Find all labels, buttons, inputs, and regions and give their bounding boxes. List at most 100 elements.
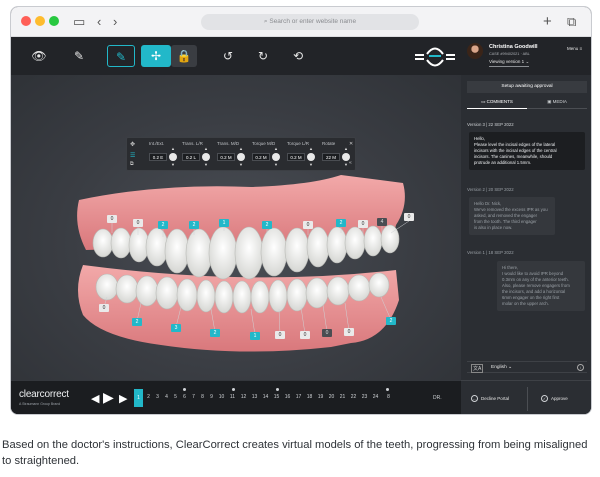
arch-view-icon[interactable]	[415, 43, 455, 71]
draw-tool-button[interactable]: ✎	[107, 45, 135, 67]
tooth-tag[interactable]: 2	[132, 318, 142, 326]
stage-step[interactable]: 5	[171, 394, 180, 400]
stage-step[interactable]: 9	[207, 394, 216, 400]
tooth-tag[interactable]: 0	[99, 304, 109, 312]
check-icon: ✓	[541, 395, 548, 403]
reset-icon[interactable]: ⟲	[286, 45, 310, 67]
comments-panel: Christina Goodwill CASE #99402021 · ABL …	[461, 37, 591, 414]
message-header: Version 3 | 22 SEP 2022	[467, 122, 514, 127]
tooth-tag[interactable]: 2	[158, 221, 168, 229]
tooth-tag[interactable]: 0	[275, 331, 285, 339]
tooth-tag[interactable]: 2	[386, 317, 396, 325]
language-label: English	[491, 365, 507, 370]
tooth-tag[interactable]: 0	[404, 213, 414, 221]
tooth-tag[interactable]: 0	[107, 215, 117, 223]
panel-tabs: ▭ COMMENTS ▣ MEDIA	[467, 95, 587, 109]
tooth-tag[interactable]: 1	[250, 332, 260, 340]
case-number: CASE #99402021 · ABL	[489, 52, 530, 56]
app-window: ▭ ‹ › ⌕ Search or enter website name + ⧉…	[10, 6, 592, 415]
undo-icon[interactable]: ↺	[216, 45, 240, 67]
tabs-overview-icon[interactable]: ⧉	[567, 14, 576, 30]
tooth-tag[interactable]: 0	[322, 329, 332, 337]
move-tool-button[interactable]: ✢	[141, 45, 171, 67]
stage-step[interactable]: 13	[250, 394, 259, 400]
tooth-tag[interactable]: 0	[344, 328, 354, 336]
step-back-icon[interactable]: ◀	[91, 392, 99, 406]
message-header: Version 1 | 18 SEP 2022	[467, 250, 514, 255]
message-line: molar on the upper arch.	[502, 301, 549, 306]
top-toolbar: 👁 ✎ ✎ ✢ 🔒 ↺ ↻ ⟲	[11, 37, 461, 75]
menu-button[interactable]: Menu ≡	[567, 46, 582, 51]
stage-step[interactable]: 16	[283, 394, 292, 400]
stage-step[interactable]: 17	[294, 394, 303, 400]
stage-step[interactable]: 3	[153, 394, 162, 400]
close-window-button[interactable]	[21, 16, 31, 26]
info-icon[interactable]: i	[577, 364, 584, 371]
stage-step[interactable]: 10	[217, 394, 226, 400]
stage-step[interactable]: 11	[228, 394, 237, 400]
edit-pencil-icon[interactable]: ✎	[67, 45, 91, 67]
stage-step[interactable]: 22	[349, 394, 358, 400]
tooth-tag[interactable]: 2	[262, 221, 272, 229]
dental-model[interactable]	[11, 75, 461, 380]
tooth-tag[interactable]: 2	[336, 219, 346, 227]
step-forward-icon[interactable]: ▶	[119, 392, 127, 406]
message-bubble: Hello Dr. Nick, We've removed the excess…	[469, 197, 555, 235]
stage-timeline: clearcorrect A Straumann Group Brand ◀ ▶…	[11, 380, 461, 414]
stage-step[interactable]: 19	[316, 394, 325, 400]
minimize-window-button[interactable]	[35, 16, 45, 26]
stage-step[interactable]: 24	[371, 394, 380, 400]
play-icon[interactable]: ▶	[103, 390, 114, 404]
tooth-tag[interactable]: 1	[219, 219, 229, 227]
forward-icon[interactable]: ›	[113, 14, 117, 30]
stage-step[interactable]: 18	[305, 394, 314, 400]
stage-step[interactable]: 23	[360, 394, 369, 400]
sidebar-icon[interactable]: ▭	[73, 14, 85, 30]
stage-step[interactable]: 21	[338, 394, 347, 400]
tooth-tag[interactable]: 0	[300, 331, 310, 339]
message-line: protrude an additional 1.5mm.	[474, 160, 532, 165]
stage-step[interactable]: 8	[198, 394, 207, 400]
language-select[interactable]: English ⌄	[491, 365, 512, 370]
tooth-tag[interactable]: 3	[171, 324, 181, 332]
stage-step[interactable]: 15	[272, 394, 281, 400]
3d-viewport[interactable]: ✥ ☰ ⧉ Int./Ext. ▲ 0.2 E ▼ Trans. L/R ▲ 0…	[11, 75, 461, 380]
redo-icon[interactable]: ↻	[251, 45, 275, 67]
message-header: Version 2 | 20 SEP 2022	[467, 187, 514, 192]
tooth-tag[interactable]: 4	[377, 218, 387, 226]
tooth-tag[interactable]: 0	[358, 220, 368, 228]
chevron-down-icon: ⌄	[525, 59, 530, 64]
stage-step-selected[interactable]: 1	[134, 389, 143, 407]
menu-label: Menu	[567, 46, 579, 51]
tab-comments-label: COMMENTS	[486, 99, 513, 104]
stage-step[interactable]: 6	[180, 394, 189, 400]
tooth-tag[interactable]: 0	[133, 219, 143, 227]
url-bar[interactable]: ⌕ Search or enter website name	[201, 14, 419, 30]
stage-step[interactable]: 12	[239, 394, 248, 400]
version-select[interactable]: Viewing version 1 ⌄	[489, 59, 530, 67]
stage-step[interactable]: 4	[162, 394, 171, 400]
stage-step[interactable]: 14	[261, 394, 270, 400]
approve-button[interactable]: ✓ Approve	[541, 389, 568, 409]
decline-label: Decline Portal	[481, 396, 510, 401]
new-tab-icon[interactable]: +	[543, 14, 552, 30]
clearcorrect-logo: clearcorrect	[19, 389, 69, 400]
tab-media[interactable]: ▣ MEDIA	[527, 95, 587, 109]
tooth-tag[interactable]: 0	[303, 221, 313, 229]
decline-button[interactable]: ← Decline Portal	[471, 389, 509, 409]
tab-comments[interactable]: ▭ COMMENTS	[467, 95, 527, 109]
stage-step[interactable]: 8	[384, 394, 393, 400]
image-caption: Based on the doctor's instructions, Clea…	[2, 439, 588, 467]
lock-icon[interactable]: 🔒	[171, 45, 197, 67]
tooth-tag[interactable]: 2	[210, 329, 220, 337]
back-icon[interactable]: ‹	[97, 14, 101, 30]
language-bar: 文A English ⌄ i	[467, 361, 587, 373]
stage-step[interactable]: 20	[327, 394, 336, 400]
stage-step[interactable]: 2	[144, 394, 153, 400]
translate-icon[interactable]: 文A	[471, 364, 484, 373]
tooth-tag[interactable]: 2	[189, 221, 199, 229]
maximize-window-button[interactable]	[49, 16, 59, 26]
stage-step[interactable]: 7	[189, 394, 198, 400]
view-eye-icon[interactable]: 👁	[27, 45, 51, 67]
avatar	[467, 43, 483, 59]
